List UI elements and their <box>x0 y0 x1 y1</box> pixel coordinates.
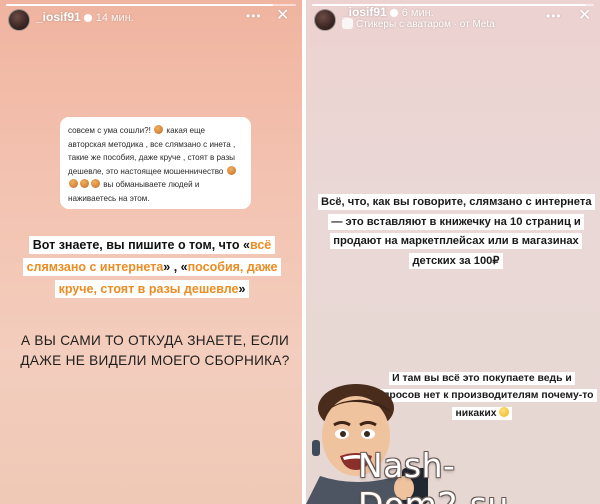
sticker-pupil-left <box>340 431 346 437</box>
answer-text-segment: » , « <box>163 260 188 274</box>
main-statement-text: Всё, что, как вы говорите, слямзано с ин… <box>318 194 595 269</box>
separator-dot-icon <box>389 8 398 17</box>
answer-text-segment: » <box>238 282 246 296</box>
story-header: _iosif91 14 мин. <box>36 10 134 24</box>
story-header: _iosif91 6 мин. <box>342 5 434 19</box>
close-button[interactable]: ✕ <box>276 8 289 24</box>
story-panel-left[interactable]: _iosif91 14 мин. ••• ✕ совсем с ума сошли… <box>0 0 302 504</box>
sticker-source-line[interactable]: Стикеры с аватаром · от Meta <box>342 18 495 30</box>
story-progress-bar <box>6 4 296 6</box>
username[interactable]: _iosif91 <box>36 10 81 24</box>
answer-highlight: Вот знаете, вы пишите о том, что «всё сл… <box>22 236 282 298</box>
answer-text-segment: Вот знаете, вы пишите о том, что « <box>32 238 250 252</box>
story-progress-fill <box>6 4 273 6</box>
main-statement: Всё, что, как вы говорите, слямзано с ин… <box>318 193 595 271</box>
face-emoji-icon <box>69 179 78 189</box>
sticker-icon <box>342 18 353 29</box>
separator-dot-icon <box>83 13 92 22</box>
avatar[interactable] <box>314 9 336 31</box>
sweat-smile-icon <box>498 406 509 417</box>
post-time: 14 мин. <box>95 12 134 24</box>
sticker-source-label: Стикеры с аватаром · от Meta <box>356 19 495 30</box>
face-emoji-icon <box>154 125 164 134</box>
quote-text-segment: совсем с ума сошли?! <box>68 126 154 135</box>
story-panel-right[interactable]: _iosif91 6 мин. Стикеры с аватаром · от M… <box>306 0 600 504</box>
avatar[interactable] <box>8 9 30 31</box>
more-options-button[interactable]: ••• <box>246 8 262 24</box>
username[interactable]: _iosif91 <box>342 5 387 19</box>
close-button[interactable]: ✕ <box>578 8 591 24</box>
answer-text: Вот знаете, вы пишите о том, что «всё сл… <box>12 234 292 300</box>
face-emoji-icon <box>91 179 100 189</box>
face-emoji-icon <box>226 165 236 175</box>
more-options-button[interactable]: ••• <box>546 8 562 24</box>
question-text: А ВЫ САМИ ТО ОТКУДА ЗНАЕТЕ, ЕСЛИ ДАЖЕ НЕ… <box>20 333 290 368</box>
sticker-earphone <box>312 440 320 456</box>
watermark: Nash-Dom2.su <box>358 446 508 504</box>
face-emoji-icon <box>80 179 89 189</box>
sticker-pupil-right <box>364 431 370 437</box>
quoted-message-card: совсем с ума сошли?! какая еще авторская… <box>60 117 251 209</box>
